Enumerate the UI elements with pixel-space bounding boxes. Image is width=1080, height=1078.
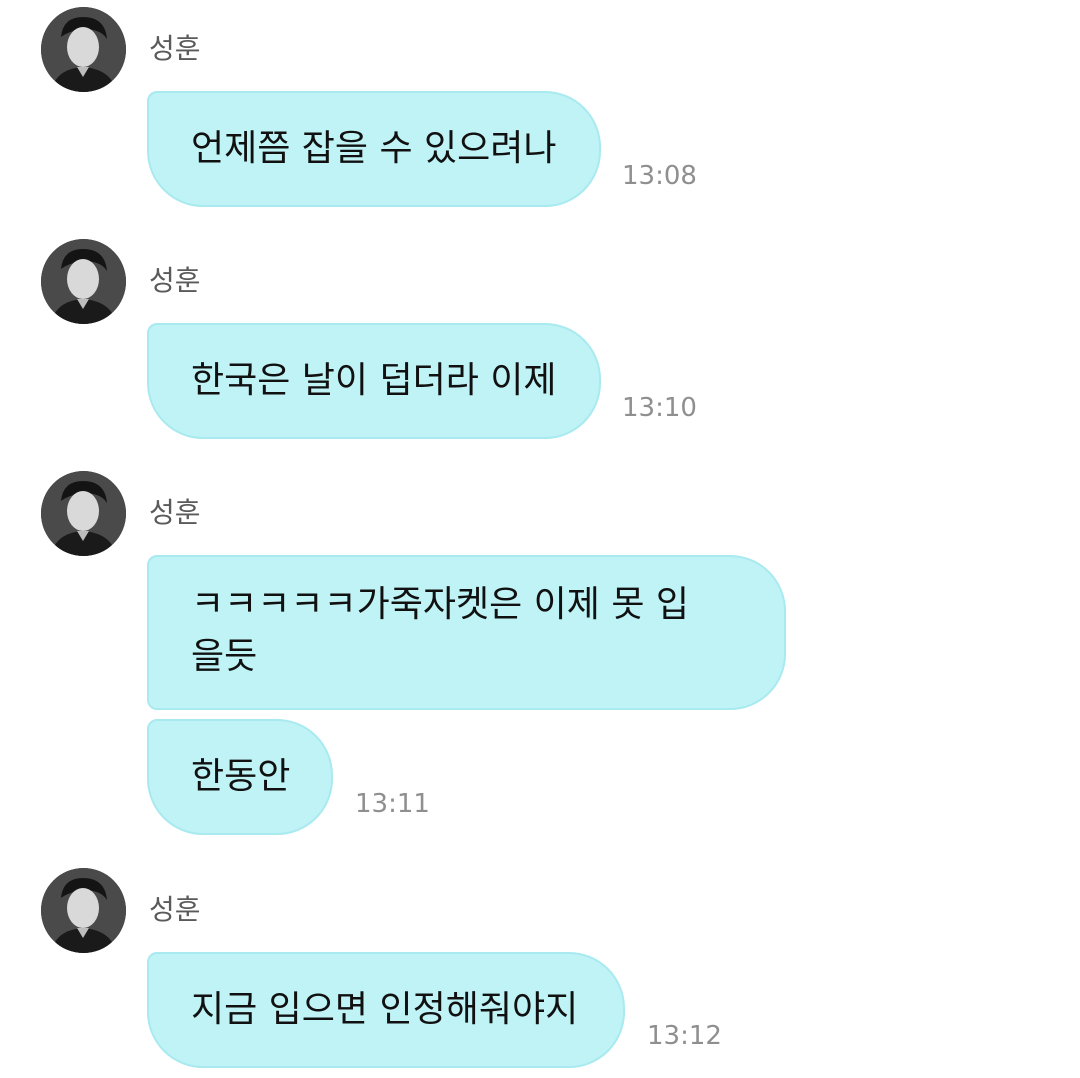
avatar[interactable] <box>41 471 126 556</box>
avatar[interactable] <box>41 239 126 324</box>
message-bubble[interactable]: 한동안 <box>147 719 333 835</box>
message-bubble[interactable]: 한국은 날이 덥더라 이제 <box>147 323 601 439</box>
avatar[interactable] <box>41 7 126 92</box>
sender-name: 성훈 <box>149 32 201 65</box>
avatar[interactable] <box>41 868 126 953</box>
message-timestamp: 13:10 <box>622 393 697 423</box>
message-text: 한국은 날이 덥더라 이제 <box>191 360 557 401</box>
sender-name: 성훈 <box>149 893 201 926</box>
message-bubble[interactable]: 지금 입으면 인정해줘야지 <box>147 952 625 1068</box>
message-bubble[interactable]: ㅋㅋㅋㅋㅋ가죽자켓은 이제 못 입을듯 <box>147 555 786 710</box>
message-timestamp: 13:11 <box>355 789 430 819</box>
message-bubble[interactable]: 언제쯤 잡을 수 있으려나 <box>147 91 601 207</box>
message-text: 언제쯤 잡을 수 있으려나 <box>191 128 557 169</box>
sender-name: 성훈 <box>149 264 201 297</box>
sender-name: 성훈 <box>149 496 201 529</box>
message-text: 한동안 <box>191 756 291 797</box>
message-timestamp: 13:08 <box>622 161 697 191</box>
message-timestamp: 13:12 <box>647 1021 722 1051</box>
message-text: ㅋㅋㅋㅋㅋ가죽자켓은 이제 못 입을듯 <box>191 584 690 677</box>
message-text: 지금 입으면 인정해줘야지 <box>191 989 579 1030</box>
